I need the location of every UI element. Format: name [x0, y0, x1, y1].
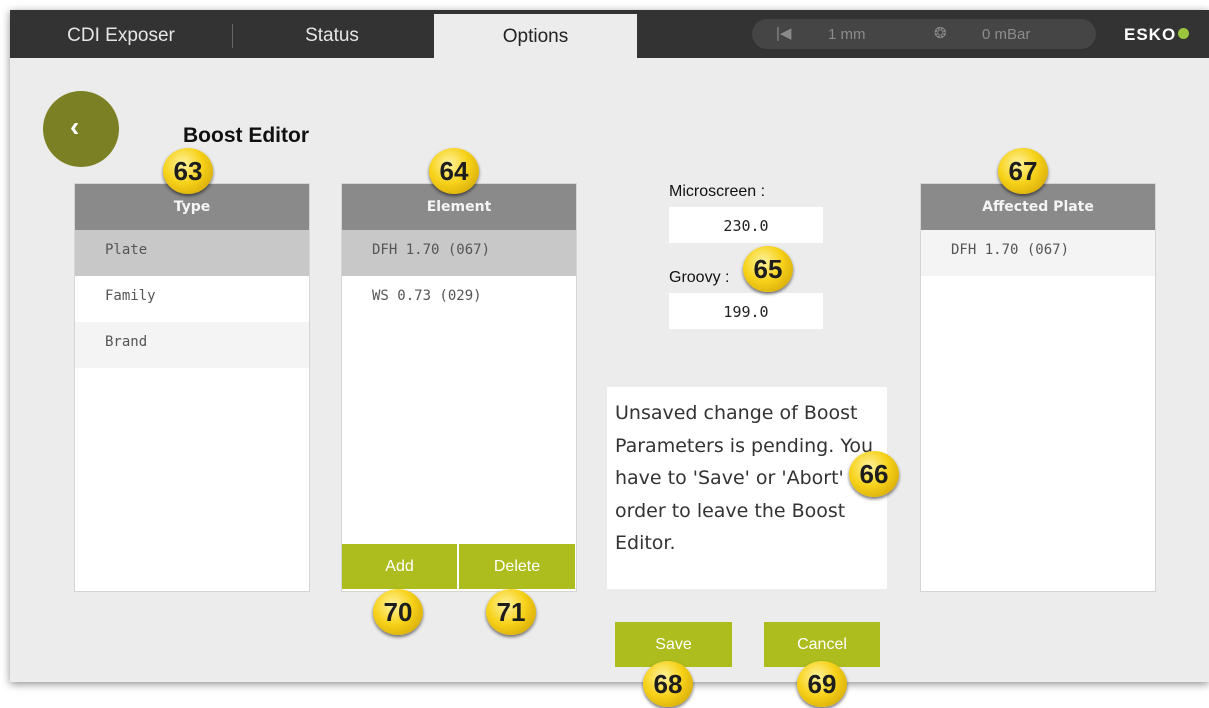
- tab-status[interactable]: Status: [232, 10, 432, 58]
- type-item-plate[interactable]: Plate: [75, 230, 309, 276]
- callout-69: 69: [797, 661, 847, 707]
- page-title: Boost Editor: [183, 124, 309, 147]
- back-button[interactable]: ‹: [43, 91, 119, 167]
- esko-logo-icon: [1178, 28, 1190, 39]
- esko-logo: ESKO: [1124, 10, 1190, 58]
- affected-plate-panel: Affected Plate DFH 1.70 (067): [920, 183, 1156, 592]
- element-item[interactable]: DFH 1.70 (067): [342, 230, 576, 276]
- tab-cdi-exposer[interactable]: CDI Exposer: [10, 10, 232, 58]
- pressure-value: 0 mBar: [982, 26, 1031, 43]
- type-panel: Type Plate Family Brand: [74, 183, 310, 592]
- callout-64: 64: [429, 148, 479, 194]
- thickness-icon: |◀: [776, 25, 792, 42]
- unsaved-message-box: Unsaved change of Boost Parameters is pe…: [607, 387, 887, 589]
- pressure-icon: ❂: [934, 25, 947, 42]
- callout-70: 70: [373, 589, 423, 635]
- callout-66: 66: [849, 451, 899, 497]
- app-window: CDI Exposer Status Options |◀ 1 mm ❂ 0 m…: [10, 10, 1209, 682]
- callout-68: 68: [643, 661, 693, 707]
- delete-button[interactable]: Delete: [459, 544, 575, 589]
- top-bar: CDI Exposer Status Options |◀ 1 mm ❂ 0 m…: [10, 10, 1209, 58]
- type-item-brand[interactable]: Brand: [75, 322, 309, 368]
- tab-options[interactable]: Options: [434, 14, 637, 58]
- save-button[interactable]: Save: [615, 622, 732, 667]
- callout-63: 63: [163, 148, 213, 194]
- callout-67: 67: [998, 148, 1048, 194]
- add-button[interactable]: Add: [342, 544, 457, 589]
- microscreen-field[interactable]: 230.0: [669, 207, 823, 243]
- unsaved-message-text: Unsaved change of Boost Parameters is pe…: [615, 402, 874, 554]
- affected-plate-item[interactable]: DFH 1.70 (067): [921, 230, 1155, 276]
- chevron-left-icon: ‹: [70, 111, 80, 142]
- microscreen-label: Microscreen :: [669, 183, 766, 200]
- element-panel: Element DFH 1.70 (067) WS 0.73 (029): [341, 183, 577, 592]
- affected-plate-header: Affected Plate: [921, 184, 1155, 230]
- groovy-field[interactable]: 199.0: [669, 293, 823, 329]
- callout-71: 71: [486, 589, 536, 635]
- element-item[interactable]: WS 0.73 (029): [342, 276, 576, 322]
- type-item-family[interactable]: Family: [75, 276, 309, 322]
- machine-status-pill: |◀ 1 mm ❂ 0 mBar: [752, 19, 1096, 49]
- groovy-label: Groovy :: [669, 269, 730, 286]
- callout-65: 65: [743, 246, 793, 292]
- thickness-value: 1 mm: [828, 26, 866, 43]
